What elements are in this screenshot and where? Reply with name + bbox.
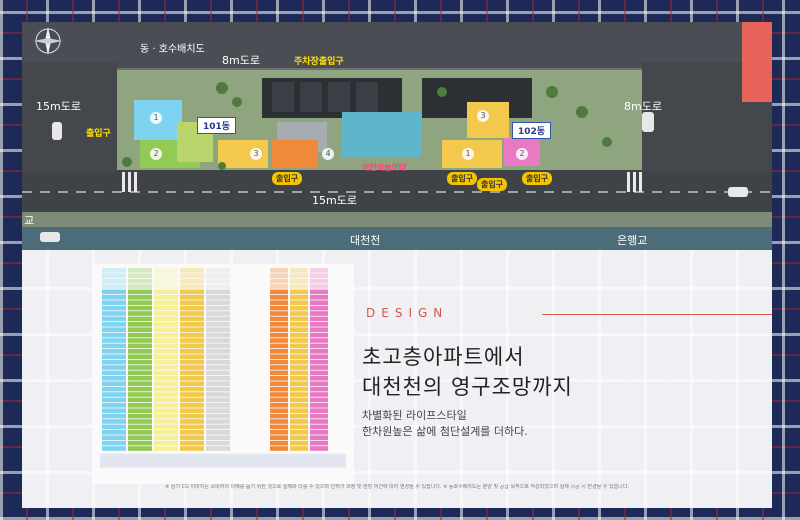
accent-bar [742, 22, 772, 102]
subtext-line-1: 차별화된 라이프스타일 [362, 409, 467, 422]
unit-number: 4 [322, 148, 334, 160]
brochure-page: 동 · 호수배치도 8m도로 주차장출입구 15m도로 출입구 101동 102… [22, 0, 772, 520]
road-bottom-label: 15m도로 [312, 194, 357, 207]
unit-number: 1 [150, 112, 162, 124]
entrance-bottom-3: 출입구 [477, 178, 508, 191]
bridge-left-label: 교 [24, 214, 35, 227]
headline-line-1: 초고층아파트에서 [362, 345, 525, 369]
entrance-bottom-1: 출입구 [272, 172, 303, 185]
site-plan-drawing [22, 22, 772, 250]
road-left-label: 15m도로 [36, 100, 81, 113]
divider-line [542, 314, 772, 315]
unit-allocation-table-image [92, 264, 354, 484]
road-top-label: 8m도로 [222, 54, 260, 67]
unit-number: 2 [150, 148, 162, 160]
road-right-label: 8m도로 [624, 100, 662, 113]
unit-number: 3 [250, 148, 262, 160]
building-102-badge: 102동 [512, 122, 552, 139]
unit-number: 2 [516, 148, 528, 160]
compass-icon [28, 24, 74, 58]
river-label: 대천천 [350, 234, 381, 247]
parking-entrance-label: 주차장출입구 [294, 57, 344, 67]
site-plan-image: 동 · 호수배치도 8m도로 주차장출입구 15m도로 출입구 101동 102… [22, 22, 772, 250]
section-eyebrow: DESIGN [366, 306, 449, 320]
unit-number: 3 [477, 110, 489, 122]
kids-playground-label: 어린이놀이터 [362, 163, 407, 172]
dong-stamp: 동 · 호수배치도 [140, 44, 205, 55]
subtext: 차별화된 라이프스타일 한차원높은 삶에 첨단설계를 더하다. [362, 408, 528, 440]
building-101-badge: 101동 [197, 117, 237, 134]
footnote: ※ 상기 CG 이미지는 소비자의 이해를 돕기 위한 것으로 실제와 다를 수… [165, 484, 629, 490]
unit-number: 1 [462, 148, 474, 160]
headline: 초고층아파트에서 대천천의 영구조망까지 [362, 342, 573, 402]
bridge-right-label: 은행교 [617, 234, 648, 247]
entrance-bottom-2: 출입구 [447, 172, 478, 185]
subtext-line-2: 한차원높은 삶에 첨단설계를 더하다. [362, 425, 528, 438]
headline-line-2: 대천천의 영구조망까지 [362, 375, 573, 399]
entrance-left-label: 출입구 [86, 129, 111, 139]
entrance-bottom-4: 출입구 [522, 172, 553, 185]
design-panel: DESIGN 초고층아파트에서 대천천의 영구조망까지 차별화된 라이프스타일 … [22, 250, 772, 508]
